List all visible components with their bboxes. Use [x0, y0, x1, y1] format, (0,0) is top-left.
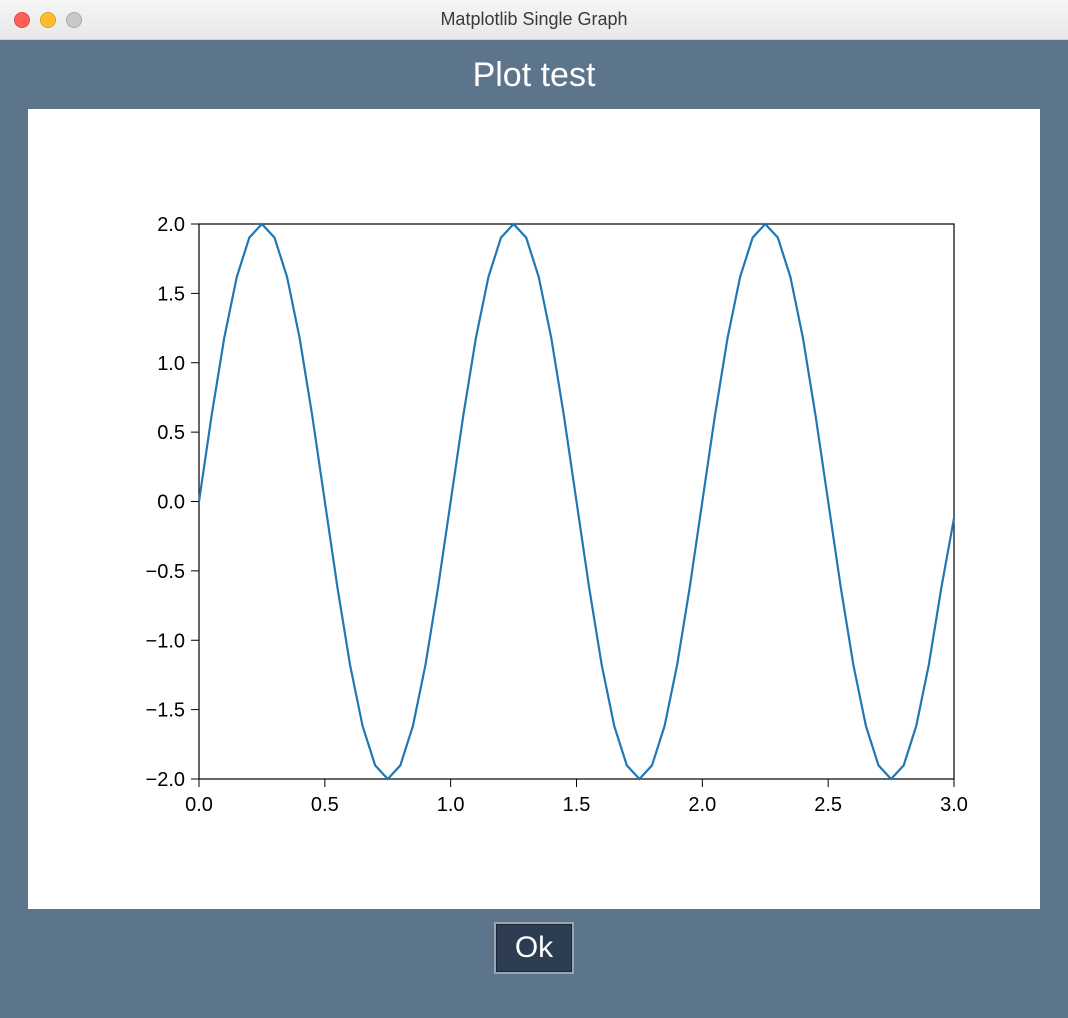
x-tick-label: 3.0	[940, 794, 968, 816]
plot-panel: 0.0 0.5 1.0 1.5 2.0 2.5 3.0 −2.0 −1.5 −1.0 −0.5 0.0…	[28, 109, 1040, 909]
x-tick-label: 1.0	[437, 794, 465, 816]
maximize-icon[interactable]	[66, 12, 82, 28]
traffic-lights	[0, 12, 82, 28]
titlebar: Matplotlib Single Graph	[0, 0, 1068, 40]
y-tick-label: 1.0	[157, 353, 185, 375]
y-tick-label: 1.5	[157, 283, 185, 305]
y-tick-label: −1.0	[146, 630, 185, 652]
y-tick-label: 0.0	[157, 492, 185, 514]
app-window: Matplotlib Single Graph Plot test 0.0 0.5…	[0, 0, 1068, 1018]
x-tick-label: 0.5	[311, 794, 339, 816]
y-tick-label: −0.5	[146, 561, 185, 583]
y-tick-label: −2.0	[146, 769, 185, 791]
plot-inner: 0.0 0.5 1.0 1.5 2.0 2.5 3.0 −2.0 −1.5 −1.0 −0.5 0.0…	[84, 159, 984, 859]
x-tick-label: 0.0	[185, 794, 213, 816]
close-icon[interactable]	[14, 12, 30, 28]
ok-button[interactable]: Ok	[495, 923, 573, 973]
plot-title: Plot test	[473, 56, 596, 95]
y-tick-label: −1.5	[146, 700, 185, 722]
x-tick-label: 2.5	[814, 794, 842, 816]
x-tick-label: 1.5	[563, 794, 591, 816]
window-title: Matplotlib Single Graph	[0, 9, 1068, 30]
minimize-icon[interactable]	[40, 12, 56, 28]
line-series	[199, 224, 954, 779]
content-area: Plot test 0.0 0.5 1.0 1.5 2.0 2.5 3.0 −2.0 −1.5 −…	[0, 40, 1068, 1018]
chart-svg: 0.0 0.5 1.0 1.5 2.0 2.5 3.0 −2.0 −1.5 −1.0 −0.5 0.0…	[84, 159, 984, 859]
y-tick-label: 0.5	[157, 422, 185, 444]
x-tick-label: 2.0	[688, 794, 716, 816]
y-tick-label: 2.0	[157, 214, 185, 236]
